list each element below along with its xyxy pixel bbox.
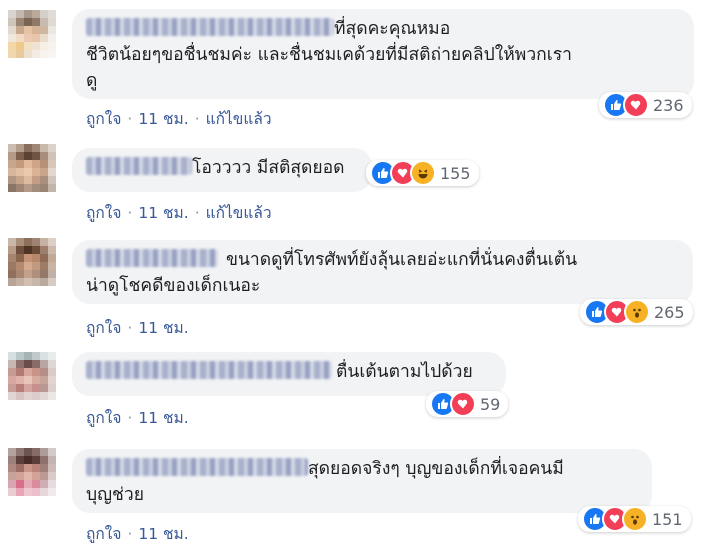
love-reaction-icon: [450, 391, 476, 417]
comment-actions: ถูกใจ · 11 ชม.: [86, 315, 189, 340]
reaction-count: 151: [652, 509, 683, 529]
comment-actions: ถูกใจ · 11 ชม. · แก้ไขแล้ว: [86, 106, 272, 131]
comment-bubble: ที่สุดคะคุณหมอ ชีวิตน้อยๆขอชื่นชมค่ะ และ…: [72, 9, 694, 99]
avatar[interactable]: [8, 448, 56, 496]
separator: ·: [127, 318, 133, 337]
reaction-summary[interactable]: 265: [580, 299, 693, 325]
comment-text-line1: ตื่นเต้นตามไปด้วย: [86, 359, 492, 385]
comment-text-line1: สุดยอดจริงๆ บุญของเด็กที่เจอคนมี: [86, 456, 638, 482]
redacted-name[interactable]: [86, 458, 308, 476]
comment-text-line1: ขนาดดูที่โทรศัพท์ยังลุ้นเลยอ่ะแกที่นั่นค…: [86, 247, 679, 273]
reaction-count: 236: [653, 95, 684, 115]
reaction-count: 155: [440, 163, 471, 183]
reaction-summary[interactable]: 59: [426, 391, 509, 417]
comment-bubble: ตื่นเต้นตามไปด้วย: [72, 352, 506, 396]
edited-link[interactable]: แก้ไขแล้ว: [206, 106, 272, 131]
wow-reaction-icon: [622, 506, 648, 532]
redacted-name[interactable]: [86, 157, 192, 175]
comment-actions: ถูกใจ · 11 ชม.: [86, 521, 189, 546]
separator: ·: [127, 524, 133, 543]
separator: ·: [127, 203, 133, 222]
separator: ·: [194, 109, 200, 128]
comment-text-line3: ดู: [86, 71, 98, 91]
comment-text-line2: บุญช่วย: [86, 485, 144, 505]
comment-bubble: ขนาดดูที่โทรศัพท์ยังลุ้นเลยอ่ะแกที่นั่นค…: [72, 240, 693, 304]
separator: ·: [194, 203, 200, 222]
timestamp-link[interactable]: 11 ชม.: [138, 106, 188, 131]
reaction-summary[interactable]: 155: [366, 160, 479, 186]
reaction-count: 265: [654, 302, 685, 322]
comment-text-line1: โอวววว มีสติสุดยอด: [86, 155, 358, 181]
timestamp-link[interactable]: 11 ชม.: [138, 405, 188, 430]
comment-actions: ถูกใจ · 11 ชม. · แก้ไขแล้ว: [86, 200, 272, 225]
avatar[interactable]: [8, 238, 56, 286]
avatar[interactable]: [8, 144, 56, 192]
like-link[interactable]: ถูกใจ: [86, 200, 121, 225]
redacted-name[interactable]: [86, 361, 332, 379]
comment-text-line1: ที่สุดคะคุณหมอ: [86, 16, 680, 42]
wow-reaction-icon: [624, 299, 650, 325]
comment-bubble: สุดยอดจริงๆ บุญของเด็กที่เจอคนมี บุญช่วย: [72, 449, 652, 513]
avatar[interactable]: [8, 10, 56, 58]
reaction-count: 59: [480, 394, 501, 414]
like-link[interactable]: ถูกใจ: [86, 315, 121, 340]
avatar[interactable]: [8, 352, 56, 400]
comment-bubble: โอวววว มีสติสุดยอด: [72, 148, 372, 192]
like-link[interactable]: ถูกใจ: [86, 521, 121, 546]
like-link[interactable]: ถูกใจ: [86, 405, 121, 430]
reaction-summary[interactable]: 236: [599, 92, 692, 118]
comment-text-line2: ชีวิตน้อยๆขอชื่นชมค่ะ และชื่นชมเคด้วยที่…: [86, 45, 572, 65]
timestamp-link[interactable]: 11 ชม.: [138, 200, 188, 225]
timestamp-link[interactable]: 11 ชม.: [138, 315, 188, 340]
edited-link[interactable]: แก้ไขแล้ว: [206, 200, 272, 225]
haha-reaction-icon: [410, 160, 436, 186]
like-link[interactable]: ถูกใจ: [86, 106, 121, 131]
redacted-name[interactable]: [86, 18, 334, 36]
comment-actions: ถูกใจ · 11 ชม.: [86, 405, 189, 430]
redacted-name[interactable]: [86, 249, 218, 267]
separator: ·: [127, 109, 133, 128]
timestamp-link[interactable]: 11 ชม.: [138, 521, 188, 546]
reaction-summary[interactable]: 151: [578, 506, 691, 532]
separator: ·: [127, 408, 133, 427]
love-reaction-icon: [623, 92, 649, 118]
comment-text-line2: น่าดูโชคดีของเด็กเนอะ: [86, 276, 261, 296]
